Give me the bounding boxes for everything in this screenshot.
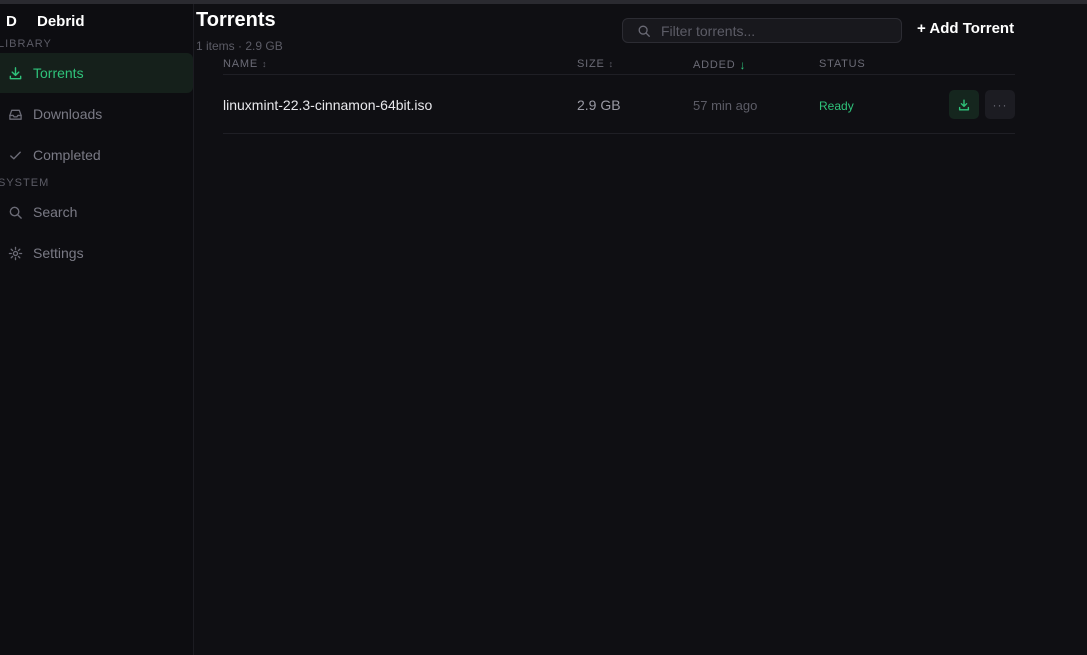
more-actions-button[interactable]: ··· [985, 90, 1015, 119]
download-icon [9, 66, 22, 79]
download-icon [958, 98, 970, 111]
sidebar-item-label: Downloads [33, 106, 103, 122]
sort-desc-icon: ↓ [739, 58, 747, 72]
column-header-name[interactable]: NAME ↕ [223, 58, 267, 70]
search-icon [638, 25, 650, 37]
torrent-added: 57 min ago [693, 98, 758, 113]
filter-torrents-input[interactable] [661, 22, 881, 39]
sidebar-item-torrents[interactable]: Torrents [0, 53, 193, 93]
table-row[interactable]: linuxmint-22.3-cinnamon-64bit.iso 2.9 GB… [223, 75, 1015, 134]
inbox-icon [9, 109, 22, 120]
column-header-added[interactable]: ADDED ↓ [693, 58, 746, 72]
table-header: NAME ↕ SIZE ↕ ADDED ↓ STATUS [223, 56, 1015, 75]
column-header-size[interactable]: SIZE ↕ [577, 58, 614, 70]
column-label: NAME [223, 58, 258, 70]
sidebar-item-completed[interactable]: Completed [0, 135, 193, 175]
main-content: Torrents 1 items · 2.9 GB + Add Torrent … [195, 4, 1087, 655]
brand-name: Debrid [37, 12, 85, 30]
sidebar-item-search[interactable]: Search [0, 192, 193, 232]
filter-search-box[interactable] [622, 18, 902, 43]
torrent-name: linuxmint-22.3-cinnamon-64bit.iso [223, 97, 433, 113]
sidebar-item-label: Search [33, 204, 78, 220]
column-header-status[interactable]: STATUS [819, 58, 866, 70]
sidebar: D Debrid LIBRARY Torrents Downloads Comp… [0, 4, 194, 655]
sort-icon: ↕ [261, 59, 268, 69]
section-label-library: LIBRARY [0, 38, 52, 50]
sidebar-item-label: Completed [33, 147, 101, 163]
status-badge: Ready [819, 99, 854, 113]
column-label: SIZE [577, 58, 605, 70]
sidebar-item-label: Torrents [33, 65, 84, 81]
torrent-size: 2.9 GB [577, 97, 621, 113]
page-title: Torrents [196, 9, 276, 31]
sidebar-item-downloads[interactable]: Downloads [0, 94, 193, 134]
sort-icon: ↕ [608, 59, 614, 69]
column-label: STATUS [819, 58, 866, 70]
column-label: ADDED [693, 59, 736, 71]
add-torrent-button[interactable]: + Add Torrent [917, 20, 1014, 37]
brand-logo: D [6, 12, 17, 30]
sidebar-item-settings[interactable]: Settings [0, 233, 193, 273]
gear-icon [8, 246, 23, 260]
sidebar-item-label: Settings [33, 245, 84, 261]
check-icon [10, 151, 21, 159]
download-button[interactable] [949, 90, 979, 119]
search-icon [9, 206, 22, 219]
page-summary: 1 items · 2.9 GB [196, 39, 283, 53]
section-label-system: SYSTEM [0, 177, 50, 189]
brand: D Debrid [6, 12, 85, 30]
